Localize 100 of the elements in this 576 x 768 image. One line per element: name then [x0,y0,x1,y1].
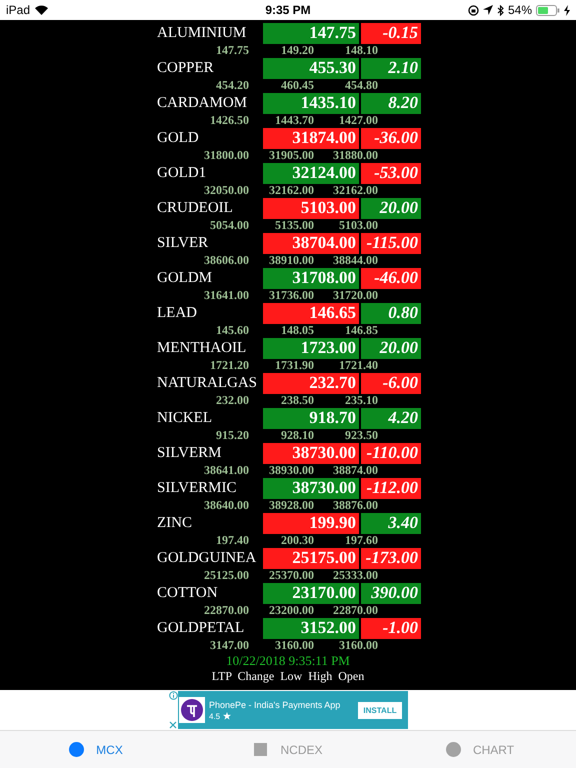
low-price: 1721.20 [209,359,249,372]
low-price: 454.20 [215,79,249,92]
high-price: 148.05 [280,324,314,337]
high-price: 1443.70 [274,114,314,127]
open-price: 197.60 [344,534,378,547]
price-change: 2.10 [361,58,421,78]
high-price: 31736.00 [268,289,314,302]
high-price: 928.10 [280,429,314,442]
ad-title: PhonePe - India's Payments App [209,700,342,710]
last-price: 199.90 [263,512,359,534]
commodity-name: GOLDPETAL [156,620,246,636]
price-change: -36.00 [361,128,421,148]
info-icon[interactable] [168,691,178,700]
low-price: 5054.00 [209,219,249,232]
open-price: 22870.00 [332,604,378,617]
high-price: 3160.00 [274,639,314,652]
install-button[interactable]: INSTALL [358,702,402,718]
bluetooth-icon [496,4,504,16]
open-price: 148.10 [344,44,378,57]
price-change: 20.00 [361,198,421,218]
last-price: 232.70 [263,372,359,394]
last-price: 38730.00 [263,442,359,464]
high-price: 25370.00 [268,569,314,582]
price-change: -46.00 [361,268,421,288]
high-price: 149.20 [280,44,314,57]
commodity-name: SILVER [156,234,210,252]
battery-icon [536,4,560,16]
price-change: -110.00 [361,442,421,464]
high-price: 38910.00 [268,254,314,267]
last-price: 31874.00 [263,128,359,148]
last-price: 32124.00 [263,162,359,184]
tab[interactable]: CHART [384,731,576,768]
price-change: -112.00 [361,478,421,498]
price-change: -1.00 [361,618,421,638]
last-price: 31708.00 [263,268,359,288]
last-price: 146.65 [263,302,359,324]
low-price: 31800.00 [203,149,249,162]
circle-icon [69,742,84,757]
last-price: 38704.00 [263,232,359,254]
clock-time: 9:35 PM [265,3,311,17]
low-price: 31641.00 [203,289,249,302]
tab[interactable]: MCX [0,731,192,768]
high-price: 1731.90 [274,359,314,372]
low-price: 32050.00 [203,184,249,197]
price-change: -53.00 [361,162,421,184]
open-price: 1721.40 [338,359,378,372]
star-icon [223,712,232,720]
commodity-name: LEAD [156,304,198,322]
commodity-name: CARDAMOM [156,94,248,112]
battery-percent: 54% [508,3,532,17]
close-icon[interactable] [169,721,177,729]
update-timestamp: 10/22/2018 9:35:11 PM [225,653,351,669]
open-price: 31720.00 [332,289,378,302]
low-price: 38640.00 [203,499,249,512]
open-price: 923.50 [344,429,378,442]
commodity-name: SILVERM [156,444,222,462]
low-price: 3147.00 [209,639,249,652]
low-price: 232.00 [215,394,249,407]
price-change: 8.20 [361,92,421,114]
commodity-name: GOLD [156,130,200,146]
tab[interactable]: NCDEX [192,731,384,768]
low-price: 147.75 [215,44,249,57]
commodity-name: ALUMINIUM [156,24,248,42]
commodity-name: GOLD1 [156,164,208,182]
open-price: 31880.00 [332,149,378,162]
price-change: 390.00 [361,582,421,604]
commodity-name: COTTON [156,584,219,602]
last-price: 3152.00 [263,618,359,638]
price-change: 4.20 [361,408,421,428]
high-price: 32162.00 [268,184,314,197]
price-change: -115.00 [361,232,421,254]
high-price: 460.45 [280,79,314,92]
price-change: -6.00 [361,372,421,394]
high-price: 38930.00 [268,464,314,477]
commodity-name: COPPER [156,60,215,76]
last-price: 455.30 [263,58,359,78]
ad-banner[interactable]: PhonePe - India's Payments App 4.5 INSTALL [168,691,408,729]
last-price: 918.70 [263,408,359,428]
commodity-name: GOLDM [156,270,213,286]
app-rating: 4.5 [209,712,220,720]
price-change: 20.00 [361,338,421,358]
wifi-icon [35,5,48,15]
commodity-name: NICKEL [156,410,213,426]
low-price: 38641.00 [203,464,249,477]
low-price: 22870.00 [203,604,249,617]
price-change: 0.80 [361,302,421,324]
open-price: 235.10 [344,394,378,407]
price-change: -0.15 [361,22,421,44]
high-price: 23200.00 [268,604,314,617]
app-logo-icon [181,699,203,721]
device-name: iPad [6,3,30,17]
high-price: 38928.00 [268,499,314,512]
circle-icon [446,742,461,757]
open-price: 3160.00 [338,639,378,652]
charging-icon [564,4,570,16]
commodity-name: GOLDGUINEA [156,550,258,566]
last-price: 1435.10 [263,92,359,114]
low-price: 38606.00 [203,254,249,267]
price-change: -173.00 [361,548,421,568]
open-price: 454.80 [344,79,378,92]
